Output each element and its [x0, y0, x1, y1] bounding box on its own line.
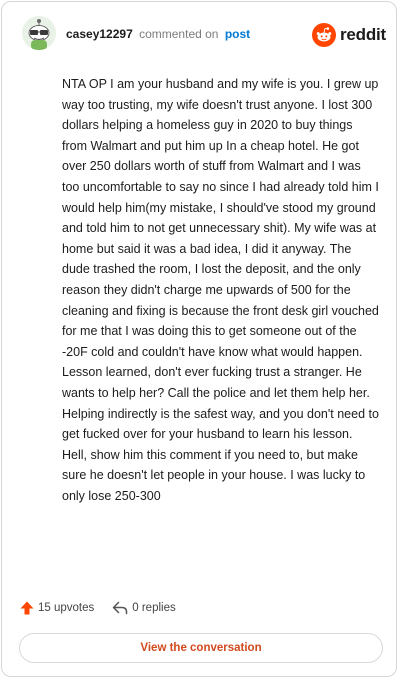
reply-count: 0 replies — [132, 602, 176, 614]
comment-footer: 15 upvotes 0 replies — [20, 596, 176, 620]
reply-stat[interactable]: 0 replies — [112, 601, 176, 615]
post-link[interactable]: post — [225, 27, 250, 41]
action-text: commented on — [139, 27, 219, 41]
reddit-brand[interactable]: reddit — [311, 22, 386, 48]
username[interactable]: casey12297 — [66, 27, 133, 41]
comment-meta: casey12297 commented on post — [66, 27, 250, 41]
avatar[interactable] — [22, 16, 56, 50]
upvote-arrow-icon — [20, 601, 34, 615]
comment-header: casey12297 commented on post reddit — [16, 14, 386, 54]
comment-body: NTA OP I am your husband and my wife is … — [62, 77, 379, 503]
snoo-avatar-icon — [22, 16, 56, 50]
reddit-logo-icon — [311, 23, 336, 47]
comment-card: casey12297 commented on post reddit NTA … — [1, 1, 397, 677]
upvote-count: 15 upvotes — [38, 602, 95, 614]
view-conversation-button[interactable]: View the conversation — [19, 633, 383, 663]
brand-name: reddit — [339, 25, 386, 44]
reply-arrow-icon — [113, 601, 128, 615]
upvote-stat[interactable]: 15 upvotes — [20, 601, 94, 615]
